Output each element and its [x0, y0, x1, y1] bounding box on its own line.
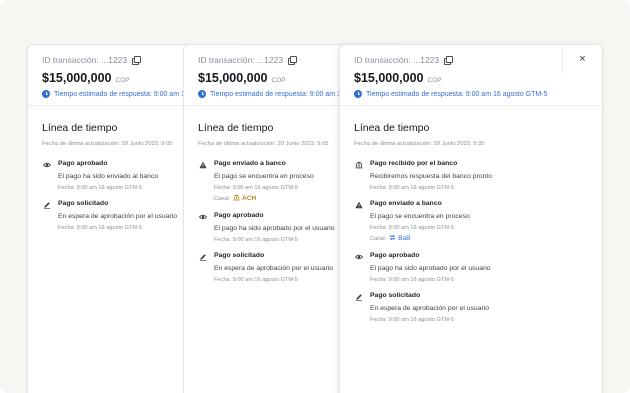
event-title: Pago enviado a banco: [370, 200, 442, 207]
transaction-id: ID transacción: ...1223: [354, 55, 440, 65]
event-channel: Canal: BaB: [370, 234, 470, 243]
channel-value: ACH: [242, 195, 257, 202]
transaction-card: ID transacción: ...1223 $15,000,000 COP Tie…: [339, 44, 603, 393]
amount: $15,000,000: [42, 71, 112, 85]
timeline-event: Pago solicitado En espera de aprobación p…: [354, 292, 588, 323]
pen-icon: [354, 292, 364, 323]
section-title: Línea de tiempo: [354, 122, 430, 134]
eta-text: Tiempo estimado de respuesta: 9:00 am 16…: [366, 90, 548, 98]
warning-icon: [354, 200, 364, 243]
event-description: En espera de aprobación por el usuario: [370, 305, 490, 312]
event-title: Pago solicitado: [214, 252, 265, 259]
currency: COP: [115, 77, 130, 84]
channel-label: Canal:: [214, 195, 231, 202]
event-description: En espera de aprobación por el usuario: [214, 265, 334, 272]
event-date: Fecha: 9:00 am 16 agosto GTM-5: [370, 185, 454, 191]
event-date: Fecha: 9:00 am 16 agosto GTM-5: [58, 225, 142, 231]
event-description: El pago se encuentra en proceso: [214, 173, 314, 180]
clock-icon: [198, 90, 206, 98]
event-description: El pago se encuentra en proceso: [370, 213, 470, 220]
event-date: Fecha: 9:00 am 16 agosto GTM-5: [58, 185, 142, 191]
warning-icon: [198, 160, 208, 203]
transaction-id: ID transacción: ...1223: [198, 55, 284, 65]
channel-tag: BaB: [389, 234, 410, 243]
event-title: Pago solicitado: [370, 292, 421, 299]
copy-icon[interactable]: [132, 56, 142, 65]
eye-icon: [42, 160, 52, 191]
pen-icon: [198, 252, 208, 283]
event-description: El pago ha sido aprobado por el usuario: [370, 265, 491, 272]
transaction-id: ID transacción: ...1223: [42, 55, 128, 65]
eye-icon: [198, 212, 208, 243]
copy-icon[interactable]: [444, 56, 454, 65]
bank-icon: [233, 194, 240, 203]
timeline: Pago recibido por el banco Recibiremos re…: [354, 160, 588, 323]
event-date: Fecha: 9:00 am 16 agosto GTM-5: [214, 185, 298, 191]
event-channel: Canal: ACH: [214, 194, 314, 203]
event-description: El pago ha sido enviado al banco: [58, 173, 159, 180]
card-header: ID transacción: ...1223 $15,000,000 COP Tie…: [340, 45, 602, 106]
close-button[interactable]: ×: [562, 45, 602, 73]
close-icon: ×: [579, 52, 586, 65]
event-title: Pago recibido por el banco: [370, 160, 458, 167]
event-title: Pago aprobado: [58, 160, 108, 167]
amount: $15,000,000: [198, 71, 268, 85]
event-date: Fecha: 9:00 am 16 agosto GTM-5: [214, 277, 298, 283]
event-description: En espera de aprobación por el usuario: [58, 213, 178, 220]
timeline-event: Pago recibido por el banco Recibiremos re…: [354, 160, 588, 191]
last-updated: Fecha de última actualización: 20 Junio …: [354, 141, 485, 147]
pen-icon: [42, 200, 52, 231]
channel-label: Canal:: [370, 235, 387, 242]
transfer-icon: [389, 234, 396, 243]
currency: COP: [271, 77, 286, 84]
eye-icon: [354, 252, 364, 283]
event-description: El pago ha sido aprobado por el usuario: [214, 225, 335, 232]
event-title: Pago solicitado: [58, 200, 109, 207]
event-date: Fecha: 9:00 am 16 agosto GTM-5: [370, 225, 454, 231]
channel-tag: ACH: [233, 194, 256, 203]
amount: $15,000,000: [354, 71, 424, 85]
clock-icon: [354, 90, 362, 98]
copy-icon[interactable]: [288, 56, 298, 65]
event-title: Pago aprobado: [370, 252, 420, 259]
timeline-event: Pago enviado a banco El pago se encuentra…: [354, 200, 588, 243]
bank-icon: [354, 160, 364, 191]
card-body: Línea de tiempo Fecha de última actualiza…: [340, 106, 602, 323]
event-date: Fecha: 9:00 am 16 agosto GTM-5: [214, 237, 298, 243]
timeline-event: Pago aprobado El pago ha sido aprobado po…: [354, 252, 588, 283]
clock-icon: [42, 90, 50, 98]
event-date: Fecha: 9:00 am 16 agosto GTM-5: [370, 277, 454, 283]
modal-stack-background: ID transacción: ...1223 $15,000,000 COP Tie…: [0, 0, 630, 393]
event-date: Fecha: 9:00 am 16 agosto GTM-5: [370, 317, 454, 323]
event-title: Pago aprobado: [214, 212, 264, 219]
event-description: Recibiremos respuesta del banco pronto: [370, 173, 493, 180]
event-title: Pago enviado a banco: [214, 160, 286, 167]
channel-value: BaB: [398, 235, 411, 242]
currency: COP: [427, 77, 442, 84]
